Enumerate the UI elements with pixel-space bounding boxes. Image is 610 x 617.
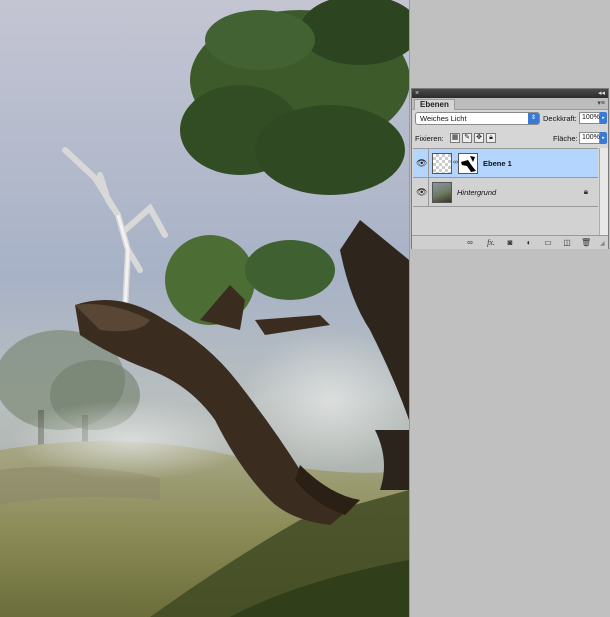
panel-title-bar[interactable]: × ◂◂ — [412, 89, 608, 98]
divider — [428, 178, 429, 207]
layer-name[interactable]: Hintergrund — [457, 187, 496, 198]
resize-grip-icon[interactable]: ◢ — [600, 241, 607, 248]
layer-row-ebene-1[interactable]: 👁︎ ∞ Ebene 1 — [413, 149, 598, 178]
collapse-icon[interactable]: ◂◂ — [598, 89, 605, 98]
divider — [428, 149, 429, 178]
lock-transparency-icon[interactable]: ▦ — [450, 133, 460, 143]
lock-position-icon[interactable]: ✥ — [474, 133, 484, 143]
layer-row-hintergrund[interactable]: 👁︎ Hintergrund 🔒︎ — [413, 178, 598, 207]
layer-mask-thumbnail[interactable] — [458, 153, 478, 174]
mask-icon[interactable]: ◙ — [505, 238, 515, 248]
blend-mode-select[interactable]: Weiches Licht ⇕ — [415, 112, 540, 125]
layer-thumbnail — [432, 153, 452, 174]
panel-bottom-toolbar: ∞ fx. ◙ ◐ ▭ ◫ 🗑︎ ◢ — [412, 235, 608, 249]
opacity-slider-arrow-icon[interactable]: ▸ — [600, 112, 607, 124]
panel-tab-strip: Ebenen ▾≡ — [412, 98, 608, 110]
layers-panel: × ◂◂ Ebenen ▾≡ Weiches Licht ⇕ Deckkraft… — [411, 88, 609, 249]
link-icon[interactable]: ∞ — [464, 238, 476, 248]
layers-list: 👁︎ ∞ Ebene 1 👁︎ Hintergrund � — [413, 148, 598, 235]
tab-layers[interactable]: Ebenen — [414, 99, 455, 110]
layers-scrollbar[interactable] — [599, 148, 608, 235]
opacity-label: Deckkraft: — [543, 114, 577, 123]
eye-icon[interactable]: 👁︎ — [416, 158, 427, 169]
opacity-input[interactable]: 100% — [579, 112, 600, 124]
panel-menu-icon[interactable]: ▾≡ — [597, 99, 605, 109]
eye-icon[interactable]: 👁︎ — [416, 187, 427, 198]
lock-paint-icon[interactable]: ✎ — [462, 133, 472, 143]
lock-all-icon[interactable]: 🔒︎ — [486, 133, 496, 143]
fill-slider-arrow-icon[interactable]: ▸ — [600, 132, 607, 144]
document-canvas[interactable] — [0, 0, 409, 617]
group-folder-icon[interactable]: ▭ — [543, 238, 553, 248]
blend-opacity-row: Weiches Licht ⇕ Deckkraft: 100% ▸ — [415, 112, 607, 125]
layer-thumbnail — [432, 182, 452, 203]
blend-mode-value: Weiches Licht — [420, 114, 467, 123]
fill-label: Fläche: — [553, 134, 578, 143]
chevron-updown-icon: ⇕ — [528, 113, 539, 124]
adjustment-icon[interactable]: ◐ — [524, 238, 534, 248]
close-icon[interactable]: × — [415, 89, 419, 98]
fill-input[interactable]: 100% — [579, 132, 600, 144]
new-layer-icon[interactable]: ◫ — [562, 238, 572, 248]
app-window: × ◂◂ Ebenen ▾≡ Weiches Licht ⇕ Deckkraft… — [0, 0, 610, 617]
layer-name[interactable]: Ebene 1 — [483, 158, 512, 169]
trash-icon[interactable]: 🗑︎ — [581, 238, 591, 248]
lock-icon: 🔒︎ — [583, 187, 588, 196]
lock-fill-row: Fixieren: ▦ ✎ ✥ 🔒︎ Fläche: 100% ▸ — [415, 132, 607, 145]
photo-image — [0, 0, 409, 617]
fx-icon[interactable]: fx. — [484, 238, 498, 248]
mask-shape-icon — [459, 154, 477, 173]
lock-label: Fixieren: — [415, 134, 444, 143]
